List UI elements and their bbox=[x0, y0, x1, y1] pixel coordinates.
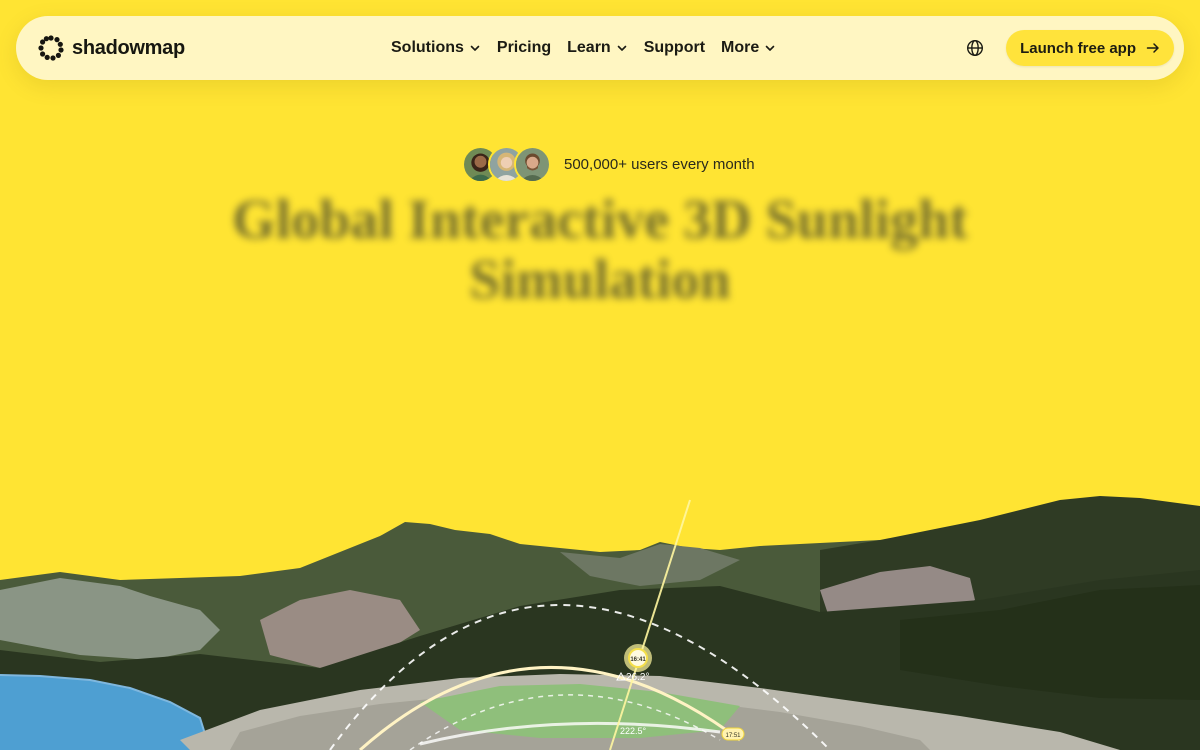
menu-more[interactable]: More bbox=[721, 39, 776, 57]
launch-free-app-button[interactable]: Launch free app bbox=[1006, 30, 1174, 66]
menu-solutions-label: Solutions bbox=[391, 39, 464, 56]
menu-learn[interactable]: Learn bbox=[567, 39, 628, 57]
arrow-right-icon bbox=[1146, 43, 1159, 53]
sunset-time-label: 17:51 bbox=[725, 733, 741, 739]
language-button[interactable] bbox=[964, 37, 986, 59]
menu-support[interactable]: Support bbox=[644, 39, 705, 57]
3d-terrain-sun-simulation[interactable]: 16:41 26.2° 222.5° 17:51 bbox=[0, 440, 1200, 750]
menu-more-label: More bbox=[721, 39, 760, 56]
launch-button-label: Launch free app bbox=[1020, 39, 1136, 57]
nav-actions: Launch free app bbox=[964, 30, 1174, 66]
top-navbar: shadowmap Solutions Pricing Learn Suppor… bbox=[16, 16, 1184, 80]
chevron-down-icon bbox=[470, 45, 480, 51]
chevron-down-icon bbox=[617, 45, 627, 51]
shadowmap-logo-icon bbox=[38, 35, 64, 61]
sun-azimuth-label: 222.5° bbox=[620, 726, 647, 736]
chevron-down-icon bbox=[765, 45, 775, 51]
user-avatars bbox=[462, 146, 551, 183]
sun-time-label: 16:41 bbox=[630, 657, 646, 663]
menu-pricing[interactable]: Pricing bbox=[497, 39, 551, 57]
users-count-text: 500,000+ users every month bbox=[564, 156, 755, 173]
brand-name: shadowmap bbox=[72, 36, 185, 59]
avatar bbox=[514, 146, 551, 183]
menu-support-label: Support bbox=[643, 39, 706, 56]
menu-solutions[interactable]: Solutions bbox=[391, 39, 481, 57]
menu-pricing-label: Pricing bbox=[496, 39, 552, 56]
social-proof: 500,000+ users every month bbox=[462, 146, 755, 183]
sun-elevation-label: 26.2° bbox=[626, 672, 649, 683]
menu-learn-label: Learn bbox=[567, 39, 611, 56]
brand-logo[interactable]: shadowmap bbox=[36, 33, 185, 63]
main-menu: Solutions Pricing Learn Support More bbox=[391, 16, 776, 80]
globe-icon bbox=[967, 39, 984, 57]
hero-title: Global Interactive 3D Sunlight Simulatio… bbox=[232, 189, 968, 311]
